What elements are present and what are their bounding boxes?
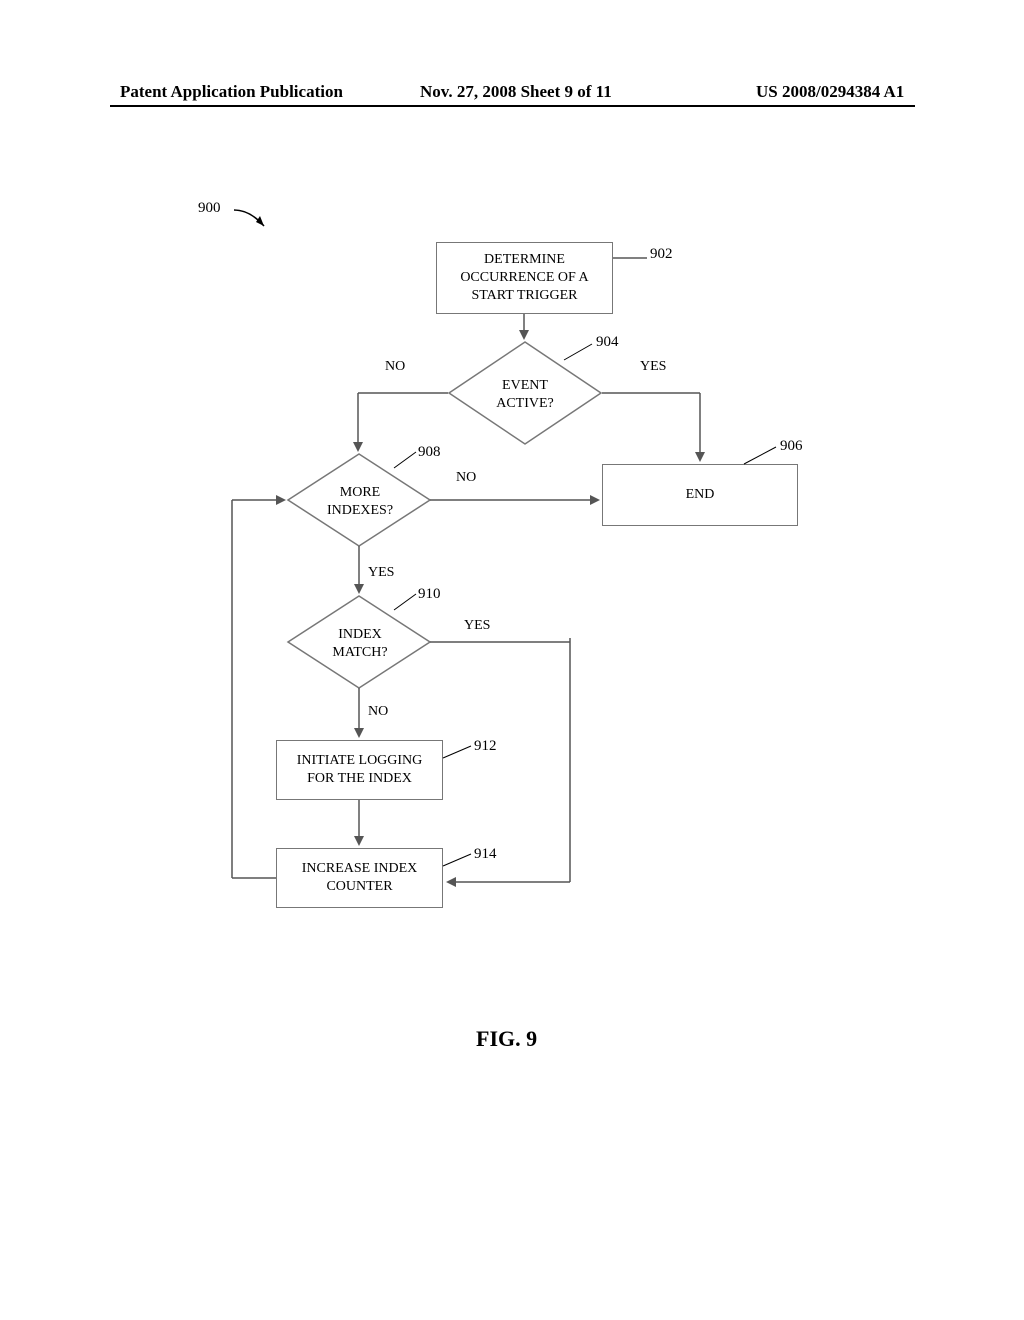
edge-label-908-yes: YES	[368, 565, 394, 581]
edge-label-908-no: NO	[456, 470, 476, 486]
ref-label-900: 900	[198, 200, 221, 217]
ref-line-904-icon	[564, 340, 600, 364]
ref-line-914-icon	[443, 852, 479, 872]
arrow-912-914-icon	[351, 800, 371, 852]
edge-label-910-yes: YES	[464, 618, 490, 634]
ref-line-908-icon	[394, 450, 424, 472]
ref-label-902: 902	[650, 246, 673, 263]
arrow-910-914-horz-icon	[444, 878, 574, 888]
edge-label-904-no: NO	[385, 359, 405, 375]
edge-label-904-yes: YES	[640, 359, 666, 375]
ref-line-902-icon	[613, 255, 653, 261]
arrow-908-906-icon	[430, 496, 610, 506]
arrow-910-912-icon	[351, 688, 371, 744]
arrow-910-right-icon	[430, 638, 630, 648]
ref-arrow-900-icon	[230, 204, 290, 244]
arrow-914-908-icon	[228, 494, 348, 914]
figure-caption: FIG. 9	[476, 1026, 537, 1052]
ref-line-912-icon	[443, 744, 479, 764]
ref-line-906-icon	[744, 444, 784, 468]
ref-line-910-icon	[394, 592, 424, 614]
decision-904-text: EVENT ACTIVE?	[475, 377, 575, 412]
edge-label-910-no: NO	[368, 704, 388, 720]
process-902: DETERMINE OCCURRENCE OF A START TRIGGER	[436, 242, 613, 314]
terminator-906: END	[602, 464, 798, 526]
flowchart-diagram: 900 DETERMINE OCCURRENCE OF A START TRIG…	[0, 0, 1024, 1320]
arrow-910-914-vert-icon	[566, 638, 576, 888]
